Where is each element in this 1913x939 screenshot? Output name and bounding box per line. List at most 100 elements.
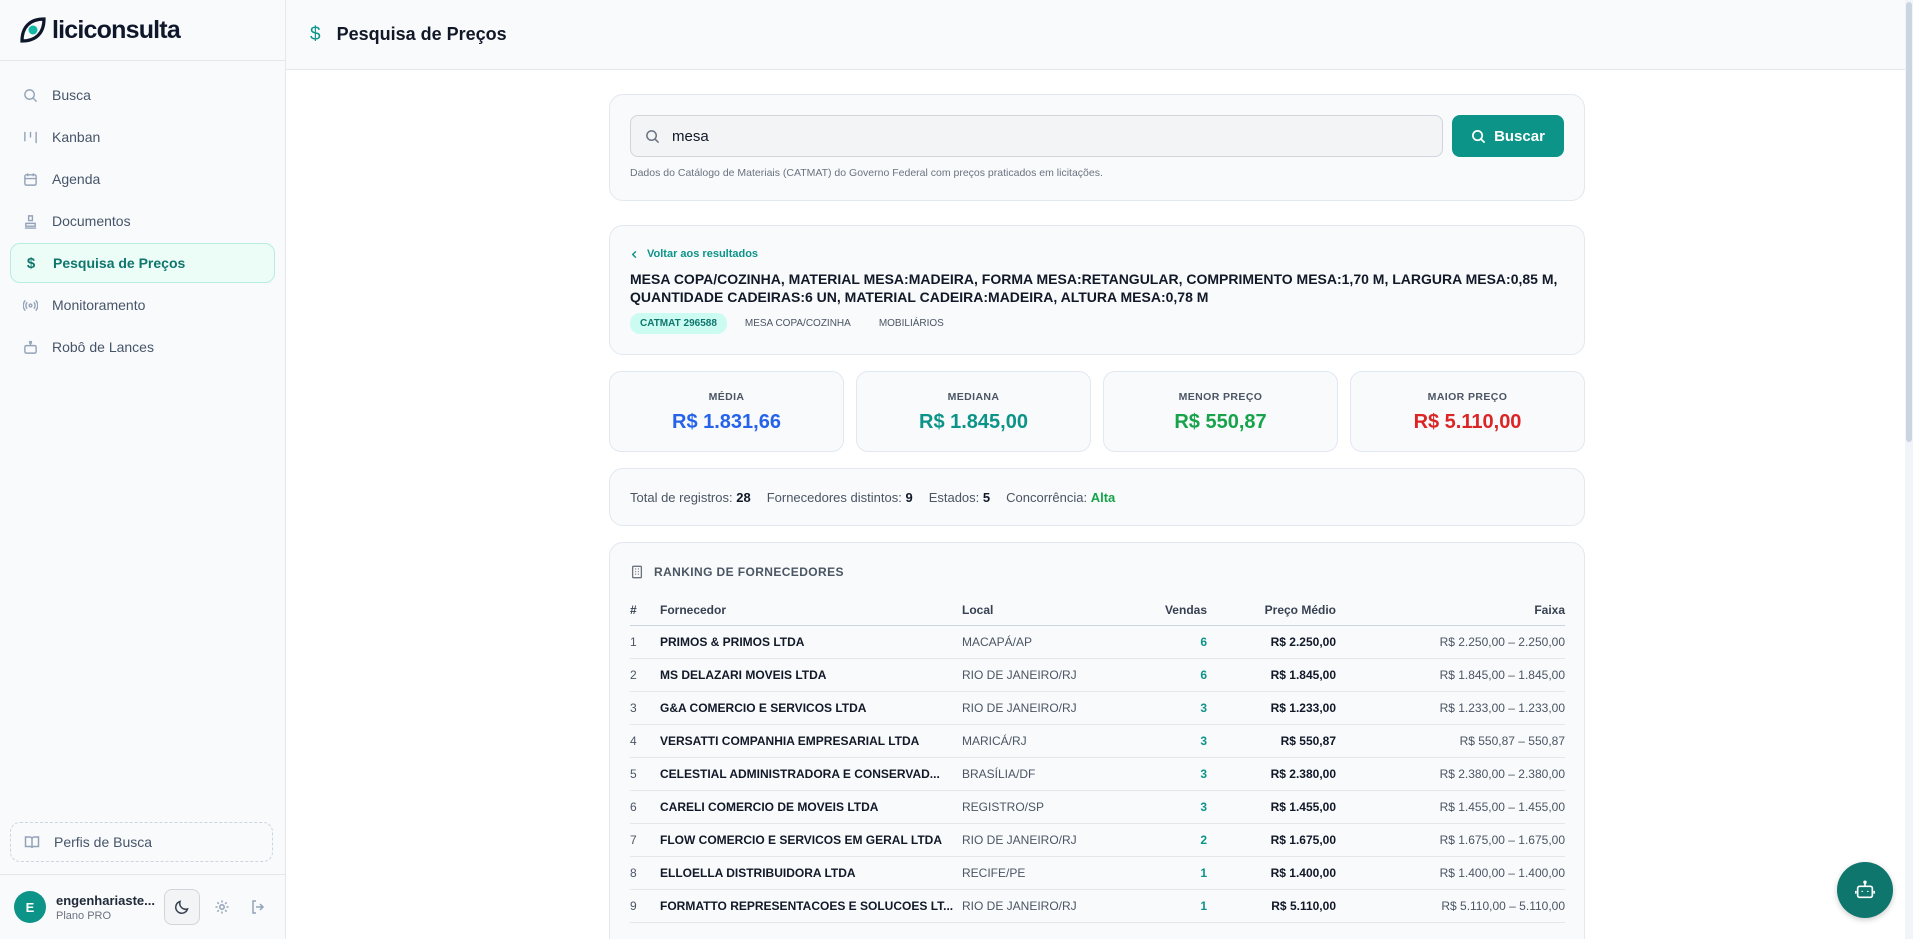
stat-maior-preco: MAIOR PREÇO R$ 5.110,00: [1350, 371, 1585, 452]
robot-icon: [22, 339, 38, 355]
theme-toggle-button[interactable]: [164, 889, 200, 925]
col-fornecedor[interactable]: Fornecedor: [660, 595, 962, 626]
search-input[interactable]: [672, 127, 1372, 145]
stat-value: R$ 5.110,00: [1413, 411, 1522, 433]
col-num[interactable]: #: [630, 595, 660, 626]
cell-local: RECIFE/PE: [962, 856, 1132, 890]
sidebar-item-documentos[interactable]: Documentos: [10, 201, 275, 241]
cell-num: 3: [630, 691, 660, 725]
stat-value: R$ 1.845,00: [919, 411, 1028, 433]
cell-local: MACAPÁ/AP: [962, 625, 1132, 659]
sidebar-item-pesquisa-de-precos[interactable]: $ Pesquisa de Preços: [10, 243, 275, 283]
page-scrollbar[interactable]: [1905, 0, 1913, 939]
cell-faixa: R$ 1.845,00 – 1.845,00: [1336, 658, 1565, 692]
summary-value: 28: [736, 489, 751, 505]
cell-preco: R$ 1.845,00: [1207, 658, 1336, 692]
robot-assistant-button[interactable]: [1837, 862, 1893, 918]
sidebar-item-robo-de-lances[interactable]: Robô de Lances: [10, 327, 275, 367]
summary-value: 5: [982, 489, 991, 505]
table-header: # Fornecedor Local Vendas Preço Médio Fa…: [630, 595, 1565, 626]
scrollbar-thumb[interactable]: [1906, 2, 1912, 442]
table-row[interactable]: 4 VERSATTI COMPANHIA EMPRESARIAL LTDA MA…: [630, 724, 1565, 758]
sidebar-item-label: Kanban: [52, 129, 101, 145]
cell-preco: R$ 1.675,00: [1207, 823, 1336, 857]
cell-fornecedor: FORMATTO REPRESENTACOES E SOLUCOES LT...: [660, 889, 962, 923]
book-icon: [24, 834, 40, 850]
cell-preco: R$ 2.380,00: [1207, 757, 1336, 791]
col-faixa[interactable]: Faixa: [1336, 595, 1565, 626]
ranking-title-label: RANKING DE FORNECEDORES: [654, 565, 844, 579]
table-row[interactable]: 9 FORMATTO REPRESENTACOES E SOLUCOES LT.…: [630, 889, 1565, 923]
concorrencia-value: Alta: [1090, 489, 1116, 505]
search-field[interactable]: [630, 115, 1443, 157]
table-row[interactable]: 3 G&A COMERCIO E SERVICOS LTDA RIO DE JA…: [630, 691, 1565, 725]
cell-local: RIO DE JANEIRO/RJ: [962, 889, 1132, 923]
table-row[interactable]: 7 FLOW COMERCIO E SERVICOS EM GERAL LTDA…: [630, 823, 1565, 857]
sidebar-item-agenda[interactable]: Agenda: [10, 159, 275, 199]
search-button-label: Buscar: [1494, 127, 1545, 145]
table-row[interactable]: 5 CELESTIAL ADMINISTRADORA E CONSERVAD..…: [630, 757, 1565, 791]
fornecedores-distintos: Fornecedores distintos: 9: [767, 490, 913, 505]
table-row[interactable]: 6 CARELI COMERCIO DE MOVEIS LTDA REGISTR…: [630, 790, 1565, 824]
category-tag: MESA COPA/COZINHA: [744, 318, 851, 329]
search-icon: [1471, 129, 1486, 144]
calendar-icon: [22, 171, 38, 187]
ranking-table: # Fornecedor Local Vendas Preço Médio Fa…: [630, 595, 1565, 923]
stat-menor-preco: MENOR PREÇO R$ 550,87: [1103, 371, 1338, 452]
sidebar-item-label: Documentos: [52, 213, 131, 229]
cell-faixa: R$ 1.400,00 – 1.400,00: [1336, 856, 1565, 890]
logo[interactable]: liciconsulta: [0, 0, 285, 61]
item-detail: Voltar aos resultados MESA COPA/COZINHA,…: [609, 225, 1585, 355]
settings-button[interactable]: [208, 893, 236, 921]
cell-local: RIO DE JANEIRO/RJ: [962, 691, 1132, 725]
stat-label: MAIOR PREÇO: [1427, 391, 1508, 403]
cell-local: REGISTRO/SP: [962, 790, 1132, 824]
perfis-de-busca-button[interactable]: Perfis de Busca: [10, 822, 273, 862]
cell-faixa: R$ 1.455,00 – 1.455,00: [1336, 790, 1565, 824]
sidebar-item-busca[interactable]: Busca: [10, 75, 275, 115]
summary-bar: Total de registros: 28 Fornecedores dist…: [609, 468, 1585, 526]
summary-label: Estados:: [928, 489, 980, 505]
summary-label: Concorrência:: [1006, 489, 1088, 505]
col-local[interactable]: Local: [962, 595, 1132, 626]
cell-faixa: R$ 5.110,00 – 5.110,00: [1336, 889, 1565, 923]
table-row[interactable]: 8 ELLOELLA DISTRIBUIDORA LTDA RECIFE/PE …: [630, 856, 1565, 890]
sidebar: liciconsulta Busca Kanban Agenda Documen…: [0, 0, 286, 939]
col-preco-medio[interactable]: Preço Médio: [1207, 595, 1336, 626]
sidebar-item-label: Pesquisa de Preços: [53, 255, 186, 271]
cell-preco: R$ 1.233,00: [1207, 691, 1336, 725]
cell-preco: R$ 2.250,00: [1207, 625, 1336, 659]
cell-vendas: 1: [1132, 889, 1207, 923]
cell-preco: R$ 5.110,00: [1207, 889, 1336, 923]
cell-fornecedor: CARELI COMERCIO DE MOVEIS LTDA: [660, 790, 962, 824]
stat-value: R$ 1.831,66: [672, 411, 781, 433]
stat-media: MÉDIA R$ 1.831,66: [609, 371, 844, 452]
col-vendas[interactable]: Vendas: [1132, 595, 1207, 626]
ranking-title: RANKING DE FORNECEDORES: [630, 565, 844, 579]
cell-fornecedor: PRIMOS & PRIMOS LTDA: [660, 625, 962, 659]
cell-fornecedor: MS DELAZARI MOVEIS LTDA: [660, 658, 962, 692]
cell-vendas: 2: [1132, 823, 1207, 857]
moon-icon: [175, 900, 189, 914]
cell-fornecedor: G&A COMERCIO E SERVICOS LTDA: [660, 691, 962, 725]
back-to-results-link[interactable]: Voltar aos resultados: [630, 248, 758, 260]
avatar[interactable]: E: [14, 891, 46, 923]
search-button[interactable]: Buscar: [1452, 115, 1564, 157]
sidebar-item-label: Busca: [52, 87, 91, 103]
cell-vendas: 3: [1132, 790, 1207, 824]
sidebar-item-monitoramento[interactable]: Monitoramento: [10, 285, 275, 325]
user-footer: E engenhariaste... Plano PRO: [0, 874, 286, 939]
table-row[interactable]: 2 MS DELAZARI MOVEIS LTDA RIO DE JANEIRO…: [630, 658, 1565, 692]
total-registros: Total de registros: 28: [630, 490, 751, 505]
cell-num: 2: [630, 658, 660, 692]
cell-local: RIO DE JANEIRO/RJ: [962, 823, 1132, 857]
dollar-icon: $: [310, 23, 321, 45]
item-title: MESA COPA/COZINHA, MATERIAL MESA:MADEIRA…: [630, 271, 1558, 305]
cell-faixa: R$ 1.675,00 – 1.675,00: [1336, 823, 1565, 857]
logout-button[interactable]: [244, 893, 272, 921]
sidebar-item-kanban[interactable]: Kanban: [10, 117, 275, 157]
cell-num: 4: [630, 724, 660, 758]
chevron-left-icon: [630, 250, 639, 259]
search-icon: [645, 129, 660, 144]
table-row[interactable]: 1 PRIMOS & PRIMOS LTDA MACAPÁ/AP 6 R$ 2.…: [630, 625, 1565, 659]
